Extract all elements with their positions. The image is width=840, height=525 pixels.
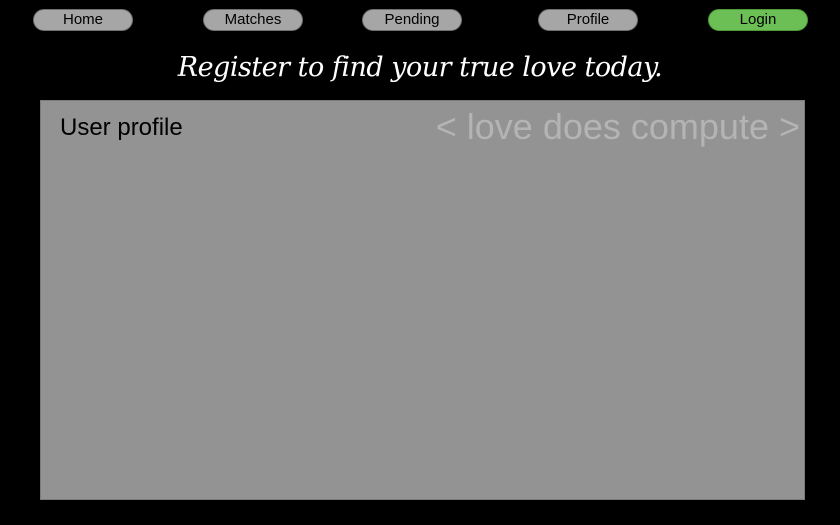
nav-login-button[interactable]: Login [708, 9, 808, 31]
page-tagline: Register to find your true love today. [177, 52, 663, 83]
nav-profile-button[interactable]: Profile [538, 9, 638, 31]
nav-home-button[interactable]: Home [33, 9, 133, 31]
nav-pending-button[interactable]: Pending [362, 9, 462, 31]
panel-watermark-text: < love does compute > [435, 106, 800, 147]
panel-title: User profile [60, 114, 183, 141]
top-navigation: Home Matches Pending Profile Login [0, 0, 840, 40]
user-profile-panel: User profile < love does compute > [40, 100, 805, 500]
nav-matches-button[interactable]: Matches [203, 9, 303, 31]
